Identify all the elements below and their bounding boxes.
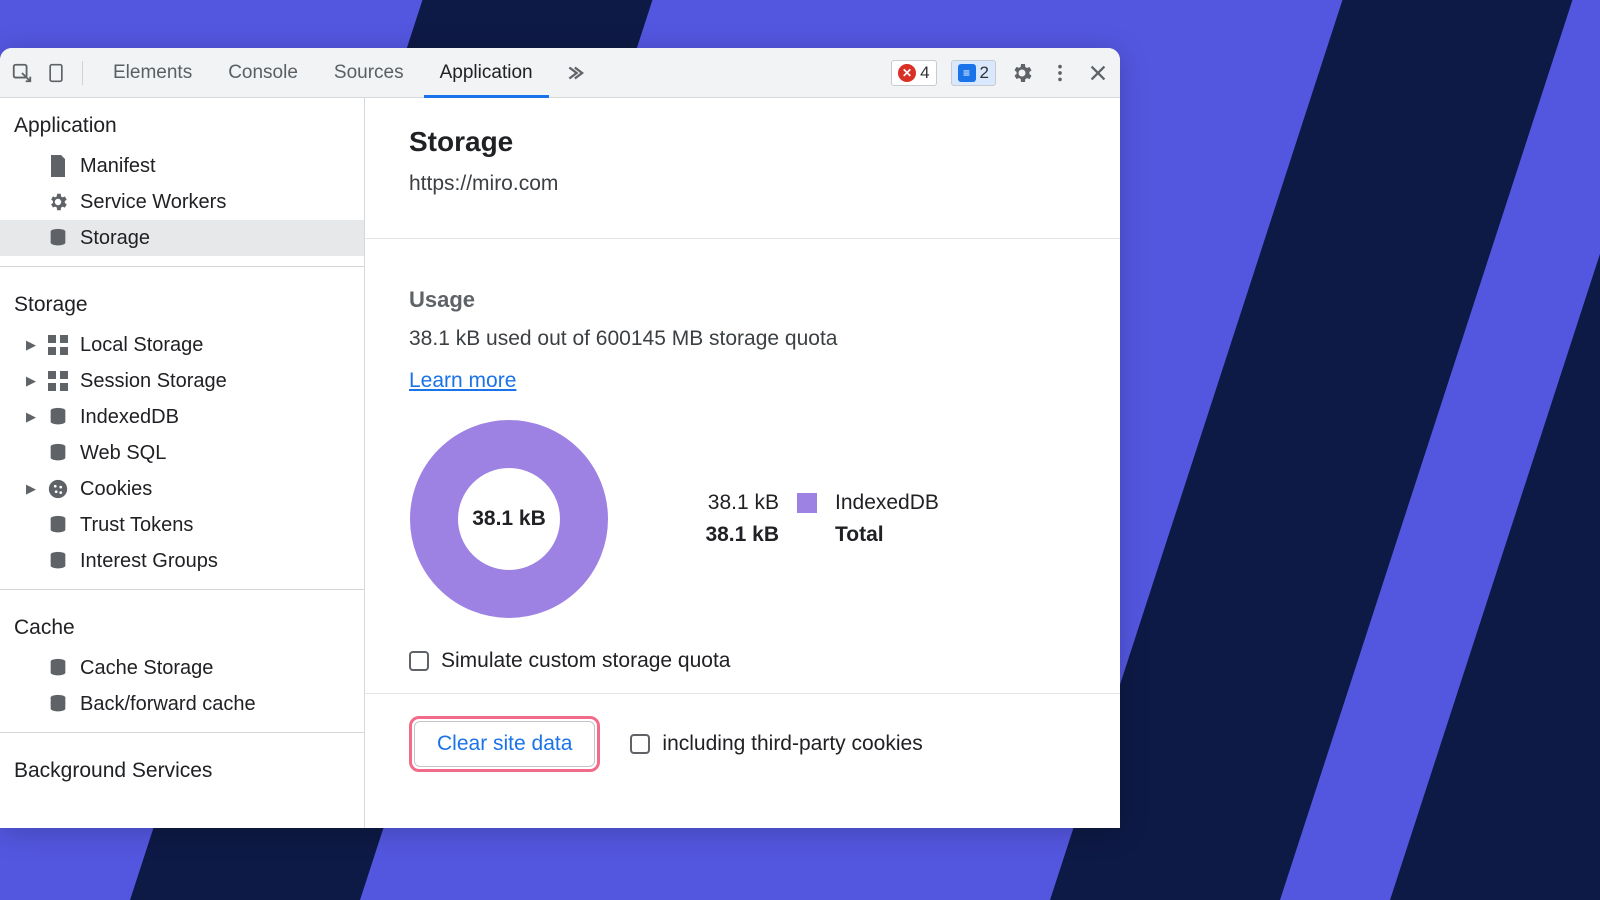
devtools-body: Application Manifest Service Workers Sto… [0,98,1120,828]
usage-text: 38.1 kB used out of 600145 MB storage qu… [409,327,1076,351]
legend-total-value: 38.1 kB [699,523,779,547]
legend-total-label: Total [835,523,884,547]
usage-chart-row: 38.1 kB 38.1 kB IndexedDB 38.1 kB Total [409,419,1076,619]
file-icon [46,154,70,178]
sidebar-divider [0,589,364,590]
database-icon [46,513,70,537]
donut-center-value: 38.1 kB [409,419,609,619]
simulate-quota-row: Simulate custom storage quota [409,649,1076,673]
third-party-row: including third-party cookies [630,732,922,756]
sidebar-item-cookies[interactable]: ▶ Cookies [0,471,364,507]
usage-section-title: Usage [409,287,1076,313]
sidebar-item-service-workers[interactable]: Service Workers [0,184,364,220]
tab-application[interactable]: Application [424,48,549,98]
learn-more-link[interactable]: Learn more [409,369,516,393]
sidebar-item-indexeddb[interactable]: ▶ IndexedDB [0,399,364,435]
caret-icon: ▶ [26,481,36,497]
usage-legend: 38.1 kB IndexedDB 38.1 kB Total [699,487,939,551]
sidebar-group-application: Application [0,98,364,148]
close-icon[interactable] [1086,61,1110,85]
tab-console[interactable]: Console [212,48,314,98]
database-icon [46,226,70,250]
errors-badge[interactable]: ✕ 4 [891,60,936,86]
issues-badge[interactable]: ≡ 2 [951,60,996,86]
issues-count: 2 [980,63,989,83]
devtools-tabbar: Elements Console Sources Application ✕ 4… [0,48,1120,98]
settings-icon[interactable] [1010,61,1034,85]
sidebar-item-web-sql[interactable]: Web SQL [0,435,364,471]
sidebar-item-label: IndexedDB [80,406,179,429]
legend-value: 38.1 kB [699,491,779,515]
sidebar-item-session-storage[interactable]: ▶ Session Storage [0,363,364,399]
tabbar-right-controls: ✕ 4 ≡ 2 [891,60,1110,86]
clear-site-data-highlight: Clear site data [409,716,600,772]
devtools-window: Elements Console Sources Application ✕ 4… [0,48,1120,828]
database-icon [46,692,70,716]
sidebar-item-label: Session Storage [80,370,227,393]
errors-count: 4 [920,63,929,83]
sidebar-item-label: Cookies [80,478,152,501]
sidebar-item-interest-groups[interactable]: Interest Groups [0,543,364,579]
third-party-checkbox[interactable] [630,734,650,754]
tab-sources[interactable]: Sources [318,48,420,98]
clear-site-data-button[interactable]: Clear site data [414,721,595,767]
sidebar-item-label: Storage [80,227,150,250]
storage-panel: Storage https://miro.com Usage 38.1 kB u… [365,98,1120,828]
sidebar-group-background-services: Background Services [0,743,364,793]
sidebar-item-label: Manifest [80,155,156,178]
sidebar-item-label: Service Workers [80,191,226,214]
legend-row-total: 38.1 kB Total [699,519,939,551]
storage-footer: Clear site data including third-party co… [365,693,1120,794]
legend-label: IndexedDB [835,491,939,515]
sidebar-group-storage: Storage [0,277,364,327]
database-icon [46,405,70,429]
error-icon: ✕ [898,64,916,82]
cookie-icon [46,477,70,501]
tab-elements[interactable]: Elements [97,48,208,98]
usage-donut-chart: 38.1 kB [409,419,609,619]
tabbar-left-controls [10,61,83,85]
caret-icon: ▶ [26,409,36,425]
sidebar-item-label: Trust Tokens [80,514,193,537]
tabs-list: Elements Console Sources Application [97,48,585,98]
sidebar-divider [0,732,364,733]
more-tabs-icon[interactable] [561,61,585,85]
sidebar-item-label: Back/forward cache [80,693,256,716]
legend-row-indexeddb: 38.1 kB IndexedDB [699,487,939,519]
simulate-quota-label: Simulate custom storage quota [441,649,731,673]
caret-icon: ▶ [26,373,36,389]
third-party-label: including third-party cookies [662,732,922,756]
sidebar-item-cache-storage[interactable]: Cache Storage [0,650,364,686]
sidebar-item-label: Cache Storage [80,657,213,680]
application-sidebar: Application Manifest Service Workers Sto… [0,98,365,828]
sidebar-divider [0,266,364,267]
panel-title: Storage [409,126,1076,158]
simulate-quota-checkbox[interactable] [409,651,429,671]
sidebar-item-label: Interest Groups [80,550,218,573]
sidebar-item-local-storage[interactable]: ▶ Local Storage [0,327,364,363]
origin-url: https://miro.com [409,172,1076,196]
sidebar-group-cache: Cache [0,600,364,650]
gear-icon [46,190,70,214]
database-icon [46,549,70,573]
sidebar-item-label: Web SQL [80,442,166,465]
kebab-menu-icon[interactable] [1048,61,1072,85]
sidebar-item-bfcache[interactable]: Back/forward cache [0,686,364,722]
sidebar-item-storage[interactable]: Storage [0,220,364,256]
caret-icon: ▶ [26,337,36,353]
inspect-element-icon[interactable] [10,61,34,85]
sidebar-item-trust-tokens[interactable]: Trust Tokens [0,507,364,543]
sidebar-item-label: Local Storage [80,334,203,357]
grid-icon [46,369,70,393]
legend-swatch [797,493,817,513]
issue-icon: ≡ [958,64,976,82]
database-icon [46,656,70,680]
grid-icon [46,333,70,357]
database-icon [46,441,70,465]
sidebar-item-manifest[interactable]: Manifest [0,148,364,184]
device-toolbar-icon[interactable] [44,61,68,85]
